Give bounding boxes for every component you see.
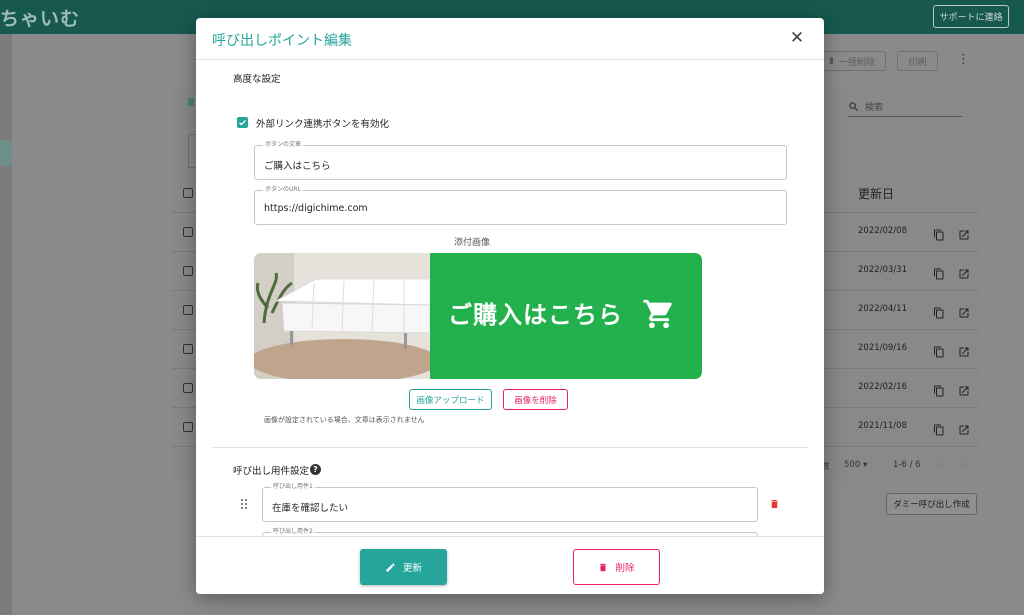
- next-page-icon[interactable]: ›: [961, 460, 964, 470]
- support-button[interactable]: サポートに連絡: [933, 5, 1009, 28]
- button-text-field[interactable]: ボタンの文章 ご購入はこちら: [254, 141, 787, 180]
- search-placeholder: 検索: [865, 103, 884, 113]
- section-divider: [212, 447, 808, 448]
- edit-call-point-dialog: 呼び出しポイント編集 ✕ 高度な設定 外部リンク連携ボタンを有効化 ボタンの文章…: [196, 18, 824, 594]
- delete-call-item-icon[interactable]: [769, 498, 780, 510]
- pencil-icon: [386, 562, 395, 572]
- print-button[interactable]: 印刷: [897, 51, 938, 71]
- button-text-field-label: ボタンの文章: [263, 141, 304, 149]
- dummy-call-create-button[interactable]: ダミー呼び出し作成: [886, 493, 977, 515]
- dialog-footer: 更新 削除: [196, 536, 824, 594]
- trash-icon: ▮: [829, 56, 834, 66]
- copy-icon[interactable]: [933, 382, 945, 397]
- bulk-delete-button[interactable]: ▮ 一括削除: [818, 51, 886, 71]
- update-button-label: 更新: [402, 563, 422, 574]
- external-link-checkbox[interactable]: [237, 117, 248, 128]
- sofa-photo: [254, 253, 439, 379]
- close-icon[interactable]: ✕: [788, 28, 806, 48]
- row-updated-date: 2022/03/31: [858, 265, 907, 275]
- copy-icon[interactable]: [933, 343, 945, 358]
- external-link-checkbox-label[interactable]: 外部リンク連携ボタンを有効化: [256, 116, 389, 130]
- advanced-settings-title: 高度な設定: [233, 74, 281, 85]
- row-updated-date: 2021/11/08: [858, 421, 907, 431]
- call-settings-title: 呼び出し用件設定: [233, 466, 310, 477]
- update-button[interactable]: 更新: [360, 549, 447, 585]
- updated-column-header[interactable]: 更新日: [858, 185, 894, 202]
- check-icon: [239, 119, 246, 126]
- row-updated-date: 2022/02/16: [858, 382, 907, 392]
- open-in-new-icon[interactable]: [958, 265, 970, 279]
- call-item-1-label: 呼び出し用件1: [271, 483, 315, 491]
- more-menu-icon[interactable]: ⋮: [957, 52, 970, 67]
- purchase-banner: ご購入はこちら: [430, 253, 702, 379]
- row-updated-date: 2021/09/16: [858, 343, 907, 353]
- image-note: 画像が設定されている場合、文章は表示されません: [264, 416, 425, 424]
- row-checkbox[interactable]: [183, 383, 193, 393]
- call-item-2-label: 呼び出し用件2: [271, 528, 315, 536]
- call-item-1-value: 在庫を確認したい: [272, 503, 349, 514]
- row-checkbox[interactable]: [183, 422, 193, 432]
- row-checkbox[interactable]: [183, 227, 193, 237]
- sidebar: [0, 34, 12, 615]
- drag-handle-icon[interactable]: [240, 498, 248, 510]
- copy-icon[interactable]: [933, 265, 945, 280]
- copy-icon[interactable]: [933, 421, 945, 436]
- button-url-field[interactable]: ボタンのURL https://digichime.com: [254, 186, 787, 225]
- prev-page-icon[interactable]: ‹: [937, 460, 940, 470]
- rows-per-page-select[interactable]: 500 ▾: [844, 460, 867, 470]
- purchase-banner-text: ご購入はこちら: [448, 301, 623, 329]
- trash-icon: [600, 563, 607, 571]
- open-in-new-icon[interactable]: [958, 226, 970, 240]
- delete-button-label: 削除: [615, 563, 635, 574]
- select-all-checkbox[interactable]: [183, 188, 193, 198]
- open-in-new-icon[interactable]: [958, 343, 970, 357]
- delete-image-button[interactable]: 画像を削除: [503, 389, 568, 410]
- button-url-field-label: ボタンのURL: [263, 186, 303, 194]
- row-checkbox[interactable]: [183, 344, 193, 354]
- copy-icon[interactable]: [933, 304, 945, 319]
- copy-icon[interactable]: [933, 226, 945, 241]
- search-icon: [849, 102, 859, 112]
- sidebar-selected-item[interactable]: [0, 140, 12, 166]
- row-checkbox[interactable]: [183, 305, 193, 315]
- open-in-new-icon[interactable]: [958, 421, 970, 435]
- dialog-header-divider: [196, 59, 824, 60]
- row-updated-date: 2022/02/08: [858, 226, 907, 236]
- image-upload-button[interactable]: 画像アップロード: [409, 389, 492, 410]
- row-checkbox[interactable]: [183, 266, 193, 276]
- help-icon[interactable]: ?: [310, 464, 321, 475]
- app-logo: ちゃいむ: [0, 8, 81, 30]
- per-page-value: 500: [844, 460, 861, 470]
- page-range: 1-6 / 6: [893, 460, 921, 470]
- button-url-field-value: https://digichime.com: [264, 203, 368, 214]
- chevron-down-icon: ▾: [862, 460, 868, 470]
- cart-icon: [643, 299, 672, 329]
- flag-icon: [188, 98, 194, 106]
- dialog-title: 呼び出しポイント編集: [212, 33, 352, 49]
- open-in-new-icon[interactable]: [958, 304, 970, 318]
- call-item-1-field[interactable]: 呼び出し用件1 在庫を確認したい: [262, 483, 758, 522]
- bulk-delete-label: 一括削除: [838, 57, 875, 68]
- attached-image-label: 添付画像: [454, 238, 491, 248]
- row-updated-date: 2022/04/11: [858, 304, 907, 314]
- sofa-illustration: [254, 253, 439, 379]
- attached-image: ご購入はこちら: [254, 253, 702, 379]
- delete-button[interactable]: 削除: [573, 549, 660, 585]
- search-input[interactable]: 検索: [848, 97, 962, 117]
- button-text-field-value: ご購入はこちら: [264, 161, 331, 172]
- open-in-new-icon[interactable]: [958, 382, 970, 396]
